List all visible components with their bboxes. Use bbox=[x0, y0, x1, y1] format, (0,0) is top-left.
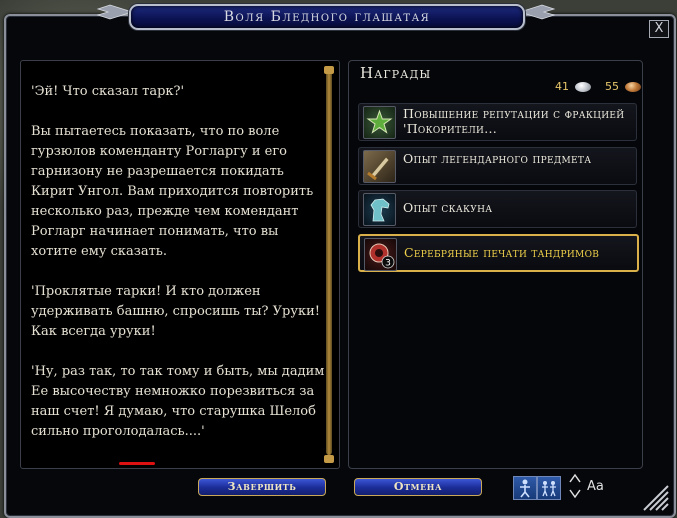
rewards-title: Награды bbox=[360, 64, 432, 82]
scrollbar-bottom-cap[interactable] bbox=[324, 455, 334, 463]
reward-item-silver-seals[interactable]: 3 Серебряные печати тандримов bbox=[358, 234, 639, 272]
reward-label-mount-xp: Опыт скакуна bbox=[403, 200, 493, 215]
finish-button[interactable]: Завершить bbox=[198, 478, 326, 496]
copper-coin-reward: 55 bbox=[605, 80, 641, 93]
reward-label-silver-seals: Серебряные печати тандримов bbox=[404, 245, 600, 260]
scrollbar-top-cap[interactable] bbox=[324, 66, 334, 74]
reward-item-reputation[interactable]: Повышение репутации с фракцией 'Покорите… bbox=[358, 103, 637, 141]
fellowship-view-icon[interactable] bbox=[537, 476, 561, 500]
window-title[interactable]: Воля Бледного глашатая bbox=[129, 4, 525, 30]
reward-item-legendary-xp[interactable]: Опыт легендарного предмета bbox=[358, 147, 637, 185]
character-view-icon[interactable] bbox=[513, 476, 537, 500]
title-ornament-right-icon bbox=[520, 4, 556, 20]
reward-label-legendary-xp: Опыт легендарного предмета bbox=[403, 151, 592, 166]
reward-item-mount-xp[interactable]: Опыт скакуна bbox=[358, 190, 637, 228]
silver-coin-count: 41 bbox=[555, 80, 569, 93]
font-size-stepper-icon[interactable] bbox=[568, 471, 582, 501]
silver-coin-reward: 41 bbox=[555, 80, 591, 93]
copper-coin-icon bbox=[624, 82, 641, 92]
resize-grip-icon[interactable] bbox=[640, 480, 670, 512]
legendary-item-icon bbox=[363, 150, 396, 183]
annotation-underline bbox=[119, 462, 155, 465]
close-button[interactable]: X bbox=[649, 20, 669, 38]
silver-coin-icon bbox=[574, 82, 591, 92]
cancel-button[interactable]: Отмена bbox=[354, 478, 482, 496]
silver-seal-icon: 3 bbox=[364, 238, 397, 271]
quest-dialog-text: 'Эй! Что сказал тарк?' Вы пытаетесь пока… bbox=[31, 84, 325, 439]
title-ornament-left-icon bbox=[96, 4, 132, 20]
seal-count-badge: 3 bbox=[385, 259, 391, 269]
reward-label-reputation: Повышение репутации с фракцией 'Покорите… bbox=[403, 106, 625, 136]
copper-coin-count: 55 bbox=[605, 80, 619, 93]
horse-head-icon bbox=[363, 193, 396, 226]
reputation-star-icon bbox=[363, 106, 396, 139]
quest-text-scrollbar[interactable] bbox=[326, 70, 332, 455]
font-size-label[interactable]: Aa bbox=[587, 479, 604, 494]
